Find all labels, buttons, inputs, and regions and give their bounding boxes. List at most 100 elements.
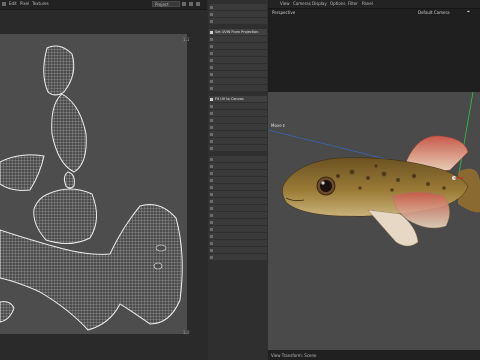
command-icon xyxy=(210,37,213,41)
uv-editor-panel: Edit Pixel Textures Project 1,1 1,0 xyxy=(0,0,207,360)
command-icon xyxy=(210,146,213,150)
command-icon xyxy=(210,86,213,90)
uv-editor-toolbar: Edit Pixel Textures Project xyxy=(0,0,207,10)
fish-model-drawing xyxy=(267,91,480,247)
command-item[interactable] xyxy=(209,85,267,91)
command-item[interactable] xyxy=(209,43,267,49)
command-item[interactable] xyxy=(209,131,267,137)
command-icon xyxy=(210,248,213,252)
camera-icon[interactable]: ⌖ xyxy=(467,9,470,15)
command-item[interactable] xyxy=(209,247,267,253)
uv-island-middle xyxy=(51,93,87,173)
command-item[interactable] xyxy=(209,240,267,246)
command-item[interactable] xyxy=(209,50,267,56)
uv-island-neck xyxy=(63,171,75,189)
command-item[interactable] xyxy=(209,184,267,190)
menu-icon[interactable] xyxy=(2,2,6,6)
command-item[interactable] xyxy=(209,4,267,10)
command-icon xyxy=(210,58,213,62)
command-item[interactable] xyxy=(209,212,267,218)
command-icon xyxy=(210,51,213,55)
uv-eye-hole-1 xyxy=(155,244,167,252)
command-item[interactable]: Fit UV to Canvas xyxy=(209,96,267,102)
command-item[interactable] xyxy=(209,163,267,169)
uv-corner-bottom-label: 1,0 xyxy=(183,330,190,335)
command-item[interactable] xyxy=(209,110,267,116)
command-label: Fit UV to Canvas xyxy=(215,97,244,101)
command-item[interactable] xyxy=(209,36,267,42)
uv-menu-textures[interactable]: Textures xyxy=(32,1,49,6)
command-icon xyxy=(210,44,213,48)
command-icon xyxy=(210,104,213,108)
toolbar-icon-2[interactable] xyxy=(189,2,193,6)
command-item[interactable] xyxy=(209,78,267,84)
command-item[interactable] xyxy=(209,18,267,24)
view-name-label: Perspective xyxy=(272,10,296,15)
command-icon xyxy=(210,199,213,203)
command-item[interactable] xyxy=(209,156,267,162)
vp-menu-options[interactable]: Options xyxy=(330,1,345,6)
command-item[interactable]: Set UVW From Projection xyxy=(209,29,267,35)
command-item[interactable] xyxy=(209,138,267,144)
uv-mode-select[interactable]: Project xyxy=(152,1,180,7)
command-item[interactable] xyxy=(209,124,267,130)
command-icon xyxy=(210,241,213,245)
command-icon xyxy=(210,132,213,136)
uv-island-small xyxy=(0,301,15,323)
viewport-scene[interactable] xyxy=(267,91,480,350)
uv-island-top xyxy=(43,45,75,96)
command-item[interactable] xyxy=(209,170,267,176)
vp-menu-display[interactable]: Display xyxy=(312,1,327,6)
command-icon xyxy=(210,97,213,101)
command-item[interactable] xyxy=(209,64,267,70)
vp-menu-cameras[interactable]: Cameras xyxy=(293,1,311,6)
command-icon xyxy=(210,255,213,259)
command-item[interactable] xyxy=(209,145,267,151)
command-item[interactable] xyxy=(209,205,267,211)
uv-island-fan xyxy=(33,188,97,244)
command-icon xyxy=(210,206,213,210)
command-item[interactable] xyxy=(209,11,267,17)
toolbar-icon-3[interactable] xyxy=(196,2,200,6)
command-icon xyxy=(210,220,213,224)
camera-name-label[interactable]: Default Camera xyxy=(418,10,450,15)
toolbar-icon-1[interactable] xyxy=(182,2,186,6)
uv-mesh-drawing xyxy=(0,45,183,331)
command-item[interactable] xyxy=(209,233,267,239)
command-item[interactable] xyxy=(209,177,267,183)
uv-canvas[interactable] xyxy=(0,34,187,334)
command-item[interactable] xyxy=(209,254,267,260)
command-icon xyxy=(210,139,213,143)
uv-island-left-fin xyxy=(0,154,45,191)
command-icon xyxy=(210,234,213,238)
command-icon xyxy=(210,65,213,69)
tool-label: Move xyxy=(271,123,282,128)
uv-command-panel: Set UVW From Projection Fit UV to Canvas xyxy=(208,0,268,360)
uv-menu-pixel[interactable]: Pixel xyxy=(20,1,29,6)
uv-menu-edit[interactable]: Edit xyxy=(9,1,17,6)
command-item[interactable] xyxy=(209,198,267,204)
vp-menu-panel[interactable]: Panel xyxy=(362,1,373,6)
vp-menu-view[interactable]: View xyxy=(280,1,290,6)
command-item[interactable] xyxy=(209,219,267,225)
command-icon xyxy=(210,19,213,23)
vp-menu-filter[interactable]: Filter xyxy=(348,1,358,6)
command-item[interactable] xyxy=(209,103,267,109)
command-icon xyxy=(210,192,213,196)
command-icon xyxy=(210,30,213,34)
command-icon xyxy=(210,72,213,76)
command-item[interactable] xyxy=(209,117,267,123)
command-item[interactable] xyxy=(209,57,267,63)
viewport-toolbar: View Cameras Display Options Filter Pane… xyxy=(268,0,480,9)
command-item[interactable] xyxy=(209,71,267,77)
viewport-panel: View Cameras Display Options Filter Pane… xyxy=(267,0,480,360)
command-icon xyxy=(210,118,213,122)
command-icon xyxy=(210,125,213,129)
command-icon xyxy=(210,79,213,83)
view-transform-label: View Transform: Scene xyxy=(271,353,317,358)
command-icon xyxy=(210,12,213,16)
command-item[interactable] xyxy=(209,226,267,232)
command-icon xyxy=(210,111,213,115)
command-item[interactable] xyxy=(209,191,267,197)
move-icon: ⇕ xyxy=(282,123,286,128)
